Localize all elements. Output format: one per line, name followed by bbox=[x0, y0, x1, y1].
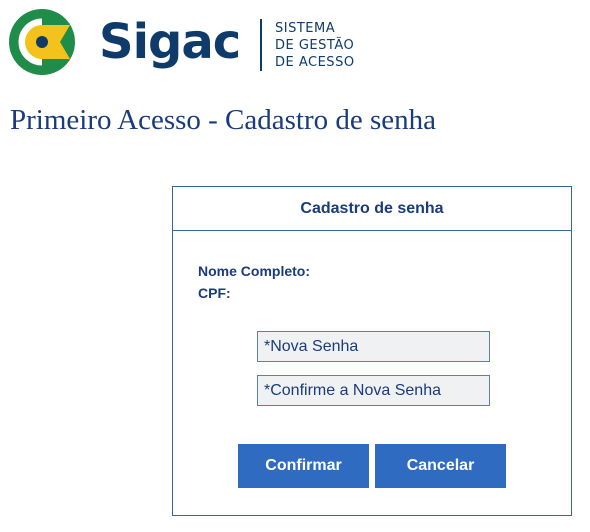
page-title: Primeiro Acesso - Cadastro de senha bbox=[10, 104, 437, 136]
brand-name: Sigac bbox=[99, 14, 241, 70]
tagline-line: DE GESTÃO bbox=[275, 38, 355, 53]
sigac-logo-icon bbox=[9, 9, 75, 75]
confirm-password-input[interactable] bbox=[257, 375, 490, 406]
logo-divider bbox=[260, 19, 262, 71]
password-form-card: Cadastro de senha Nome Completo: CPF: Co… bbox=[172, 186, 572, 516]
cancel-button[interactable]: Cancelar bbox=[375, 444, 506, 488]
card-title: Cadastro de senha bbox=[173, 187, 571, 231]
cpf-label: CPF: bbox=[198, 285, 231, 301]
brand-tagline: SISTEMA DE GESTÃO DE ACESSO bbox=[275, 20, 355, 71]
site-header: Sigac SISTEMA DE GESTÃO DE ACESSO bbox=[0, 0, 590, 90]
confirm-button[interactable]: Confirmar bbox=[238, 444, 369, 488]
full-name-label: Nome Completo: bbox=[198, 263, 310, 279]
new-password-input[interactable] bbox=[257, 331, 490, 362]
tagline-line: SISTEMA bbox=[275, 21, 336, 36]
tagline-line: DE ACESSO bbox=[275, 55, 355, 70]
